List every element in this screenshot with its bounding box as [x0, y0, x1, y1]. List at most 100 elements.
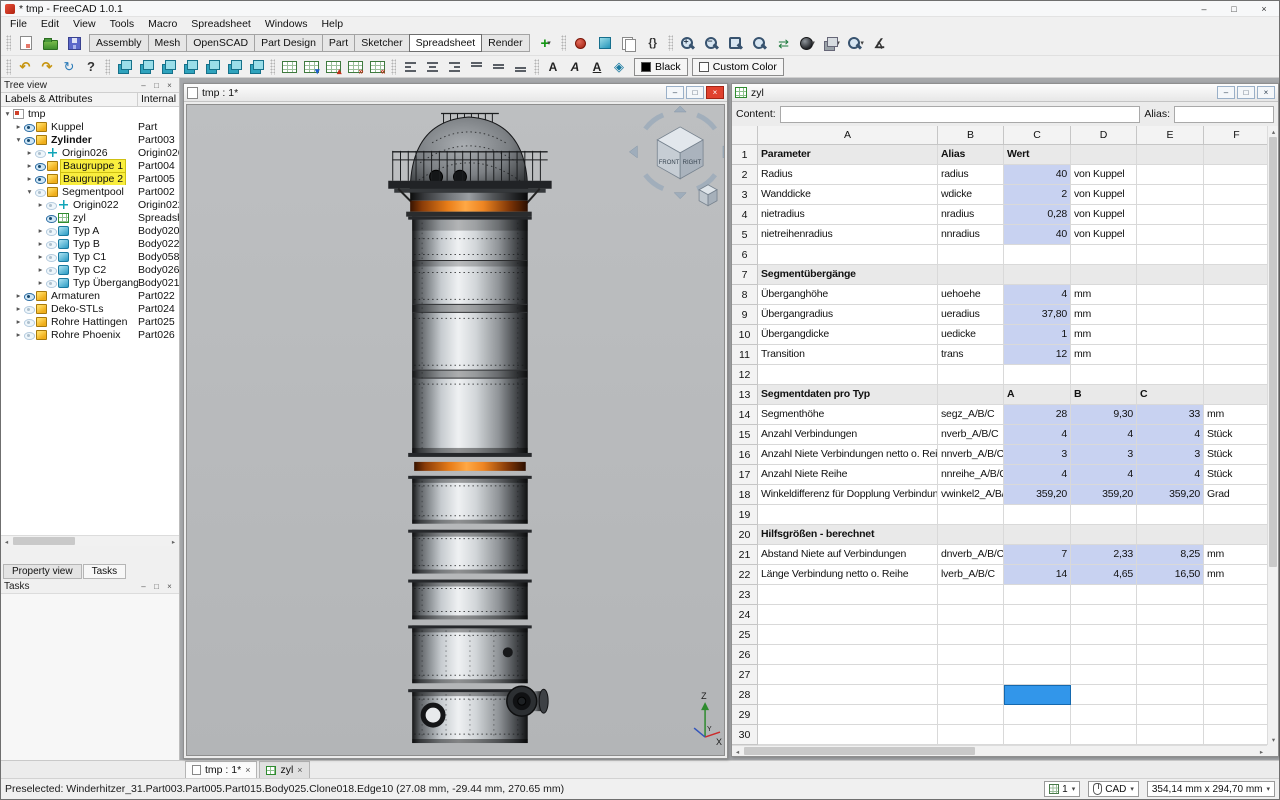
cell-F13[interactable] [1204, 385, 1267, 405]
view-style-button[interactable]: ▾ [820, 32, 844, 54]
cell-F6[interactable] [1204, 245, 1267, 265]
minimize-window-button[interactable]: – [1189, 1, 1219, 16]
expand-arrow-icon[interactable]: ▸ [25, 148, 34, 157]
visibility-eye-icon[interactable] [34, 160, 45, 171]
cell-F15[interactable]: Stück [1204, 425, 1267, 445]
expand-arrow-icon[interactable]: ▸ [36, 278, 45, 287]
cell-E30[interactable] [1137, 725, 1204, 745]
child-maximize-button[interactable]: □ [1237, 86, 1255, 99]
cell-A1[interactable]: Parameter [758, 145, 938, 165]
cell-E16[interactable]: 3 [1137, 445, 1204, 465]
toolbar-handle[interactable] [668, 35, 673, 51]
cell-E4[interactable] [1137, 205, 1204, 225]
cell-B28[interactable] [938, 685, 1004, 705]
cell-A10[interactable]: Übergangdicke [758, 325, 938, 345]
cell-E14[interactable]: 33 [1137, 405, 1204, 425]
visibility-eye-icon[interactable] [23, 290, 34, 301]
cell-D19[interactable] [1071, 505, 1137, 525]
cell-A21[interactable]: Abstand Niete auf Verbindungen [758, 545, 938, 565]
scroll-left-icon[interactable]: ◂ [732, 746, 743, 757]
visibility-eye-icon[interactable] [23, 329, 34, 340]
tab-tasks[interactable]: Tasks [83, 564, 127, 579]
close-window-button[interactable]: × [1249, 1, 1279, 16]
cell-F1[interactable] [1204, 145, 1267, 165]
toolbar-handle[interactable] [105, 59, 110, 75]
tree-item-typ-b[interactable]: ▸Typ BBody022 [1, 237, 179, 250]
row-header-25[interactable]: 25 [732, 625, 758, 645]
cell-E3[interactable] [1137, 185, 1204, 205]
cell-E8[interactable] [1137, 285, 1204, 305]
visibility-eye-icon[interactable] [45, 225, 56, 236]
zoom-out-button[interactable]: − [700, 32, 724, 54]
workbench-mesh[interactable]: Mesh [148, 34, 188, 52]
3d-viewport[interactable]: FRONT RIGHT Z [186, 104, 725, 756]
navigation-style-combo[interactable]: CAD ▾ [1088, 781, 1139, 797]
cell-A14[interactable]: Segmenthöhe [758, 405, 938, 425]
visibility-eye-icon[interactable] [45, 264, 56, 275]
cell-C16[interactable]: 3 [1004, 445, 1071, 465]
cell-C29[interactable] [1004, 705, 1071, 725]
cell-D10[interactable]: mm [1071, 325, 1137, 345]
sheet-table-button[interactable] [278, 57, 300, 77]
row-header-11[interactable]: 11 [732, 345, 758, 365]
sync-view-button[interactable]: ⇄ [772, 32, 796, 54]
visibility-eye-icon[interactable] [23, 134, 34, 145]
child-close-button[interactable]: × [706, 86, 724, 99]
tree-item-rohre-phoenix[interactable]: ▸Rohre PhoenixPart026 [1, 328, 179, 341]
row-header-29[interactable]: 29 [732, 705, 758, 725]
child-maximize-button[interactable]: □ [686, 86, 704, 99]
tree-item-baugruppe-1[interactable]: ▸Baugruppe 1Part004 [1, 159, 179, 172]
cell-E9[interactable] [1137, 305, 1204, 325]
cell-A6[interactable] [758, 245, 938, 265]
tree-item-baugruppe-2[interactable]: ▸Baugruppe 2Part005 [1, 172, 179, 185]
zoom-in-button[interactable]: + [676, 32, 700, 54]
whats-this-button[interactable]: ? [80, 57, 102, 77]
cell-A27[interactable] [758, 665, 938, 685]
sheet-import-button[interactable]: ▴ [322, 57, 344, 77]
refresh-button[interactable]: ↻ [58, 57, 80, 77]
macro-record-button[interactable] [569, 32, 593, 54]
tree-item-typ-a[interactable]: ▸Typ ABody020 [1, 224, 179, 237]
cell-B24[interactable] [938, 605, 1004, 625]
row-header-17[interactable]: 17 [732, 465, 758, 485]
cell-F11[interactable] [1204, 345, 1267, 365]
tab-spreadsheet[interactable]: zyl × [259, 761, 309, 778]
view-right-button[interactable] [179, 57, 201, 77]
cell-C19[interactable] [1004, 505, 1071, 525]
cell-F23[interactable] [1204, 585, 1267, 605]
visibility-eye-icon[interactable] [45, 212, 56, 223]
tree-col-labels[interactable]: Labels & Attributes [1, 93, 138, 106]
cell-B9[interactable]: ueradius [938, 305, 1004, 325]
cell-B12[interactable] [938, 365, 1004, 385]
tree-item-origin026[interactable]: ▸Origin026Origin026 [1, 146, 179, 159]
workbench-part-design[interactable]: Part Design [254, 34, 323, 52]
align-bottom-button[interactable] [509, 57, 531, 77]
copy-button[interactable] [617, 32, 641, 54]
cell-A26[interactable] [758, 645, 938, 665]
row-header-21[interactable]: 21 [732, 545, 758, 565]
child-minimize-button[interactable]: – [1217, 86, 1235, 99]
cell-B11[interactable]: trans [938, 345, 1004, 365]
tree-item-typ-c1[interactable]: ▸Typ C1Body058 [1, 250, 179, 263]
expand-arrow-icon[interactable]: ▾ [25, 187, 34, 196]
cell-C18[interactable]: 359,20 [1004, 485, 1071, 505]
workbench-assembly[interactable]: Assembly [89, 34, 149, 52]
row-header-8[interactable]: 8 [732, 285, 758, 305]
row-header-30[interactable]: 30 [732, 725, 758, 745]
expand-arrow-icon[interactable]: ▸ [36, 200, 45, 209]
cell-A15[interactable]: Anzahl Verbindungen [758, 425, 938, 445]
cell-A25[interactable] [758, 625, 938, 645]
dock-float-icon[interactable]: □ [150, 81, 163, 90]
expression-editor-button[interactable]: {} [641, 32, 665, 54]
cell-B30[interactable] [938, 725, 1004, 745]
cell-E5[interactable] [1137, 225, 1204, 245]
row-header-14[interactable]: 14 [732, 405, 758, 425]
cell-E24[interactable] [1137, 605, 1204, 625]
scrollbar-thumb[interactable] [13, 537, 75, 545]
visibility-eye-icon[interactable] [45, 251, 56, 262]
cell-D15[interactable]: 4 [1071, 425, 1137, 445]
background-color-button[interactable]: Custom Color [692, 58, 784, 76]
row-header-27[interactable]: 27 [732, 665, 758, 685]
cell-A11[interactable]: Transition [758, 345, 938, 365]
row-header-7[interactable]: 7 [732, 265, 758, 285]
